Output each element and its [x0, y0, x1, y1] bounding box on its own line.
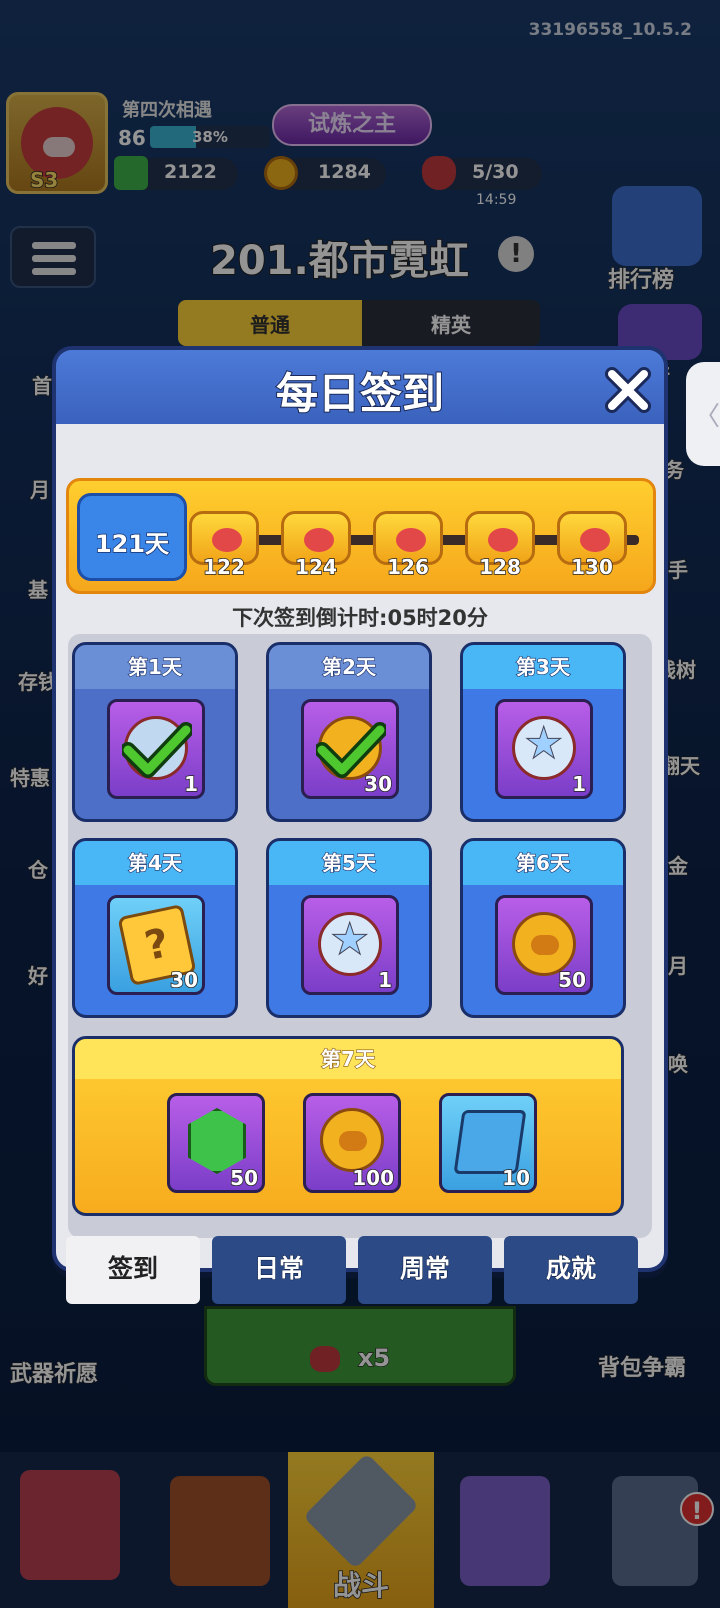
pig-icon	[304, 528, 334, 552]
reward-slot: 30	[301, 699, 399, 799]
day7-card[interactable]: 第7天 50 100 10	[72, 1036, 624, 1216]
day-label: 第2天	[269, 645, 429, 689]
coin-snout	[531, 935, 559, 955]
reward-qty: 50	[229, 1165, 258, 1191]
milestone-day: 128	[478, 554, 521, 580]
day-card[interactable]: 第6天 50	[460, 838, 626, 1018]
reward-slot: 100	[303, 1093, 401, 1193]
reward-slot: 1	[107, 699, 205, 799]
milestone-chest[interactable]: 128	[463, 503, 537, 580]
day-label: 第1天	[75, 645, 235, 689]
pig-icon	[396, 528, 426, 552]
day-label: 第7天	[75, 1039, 621, 1079]
reward-qty: 1	[183, 771, 198, 797]
reward-slot: 50	[167, 1093, 265, 1193]
tab-achievements[interactable]: 成就	[504, 1236, 638, 1304]
modal-title: 每日签到	[275, 368, 445, 419]
modal-body: 121天 122 124 126 128 130 下次签到倒计时:05时20分 …	[56, 424, 664, 1268]
reward-slot: ★ 1	[495, 699, 593, 799]
day-label: 第3天	[463, 645, 623, 689]
modal-header: 每日签到	[56, 350, 664, 424]
reward-qty: 1	[377, 967, 392, 993]
day-label: 第6天	[463, 841, 623, 885]
reward-qty: 50	[557, 967, 586, 993]
reward-qty: 30	[169, 967, 198, 993]
star-shape: ★	[523, 718, 564, 770]
coin-snout	[339, 1131, 367, 1151]
day-card[interactable]: 第2天 30	[266, 642, 432, 822]
day-label: 第4天	[75, 841, 235, 885]
milestone-day: 126	[386, 554, 429, 580]
checkmark-icon	[122, 722, 192, 778]
daily-checkin-modal: 每日签到 121天 122 124 126 128 130 下次签到倒计时:05…	[52, 346, 668, 1272]
close-button[interactable]	[602, 364, 654, 416]
pig-icon	[488, 528, 518, 552]
reward-slot: 50	[495, 895, 593, 995]
streak-badge: 121天	[77, 493, 187, 581]
day-card[interactable]: 第3天 ★ 1	[460, 642, 626, 822]
day-card[interactable]: 第4天 ? 30	[72, 838, 238, 1018]
coin-icon	[512, 912, 576, 976]
checkmark-icon	[316, 722, 386, 778]
streak-days: 121天	[94, 529, 170, 559]
reward-qty: 1	[571, 771, 586, 797]
pig-icon	[212, 528, 242, 552]
coin-icon	[320, 1108, 384, 1172]
pig-icon	[580, 528, 610, 552]
tab-weekly[interactable]: 周常	[358, 1236, 492, 1304]
day-label: 第5天	[269, 841, 429, 885]
reward-slot: ★ 1	[301, 895, 399, 995]
star-shape: ★	[329, 914, 370, 966]
gem-icon	[188, 1108, 246, 1174]
tab-daily[interactable]: 日常	[212, 1236, 346, 1304]
side-pull-tab[interactable]: 〈	[686, 362, 720, 466]
checkin-countdown: 下次签到倒计时:05时20分	[232, 606, 488, 630]
day-card[interactable]: 第1天 1	[72, 642, 238, 822]
milestone-chest[interactable]: 126	[371, 503, 445, 580]
chevron-left-icon: 〈	[694, 402, 720, 432]
reward-qty: 10	[501, 1165, 530, 1191]
reward-qty: 30	[363, 771, 392, 797]
modal-tabs: 签到 日常 周常 成就	[66, 1236, 640, 1306]
milestone-day: 130	[570, 554, 613, 580]
reward-slot: 10	[439, 1093, 537, 1193]
milestone-chest[interactable]: 130	[555, 503, 629, 580]
reward-grid: 第1天 1 第2天 30 第3天 ★ 1 第4天 ? 30 第5天 ★ 1 第6…	[68, 634, 652, 1238]
milestone-chest[interactable]: 122	[187, 503, 261, 580]
day-card[interactable]: 第5天 ★ 1	[266, 838, 432, 1018]
streak-bar: 121天 122 124 126 128 130	[66, 478, 656, 594]
milestone-day: 122	[202, 554, 245, 580]
tab-checkin[interactable]: 签到	[66, 1236, 200, 1304]
milestone-day: 124	[294, 554, 337, 580]
reward-slot: ? 30	[107, 895, 205, 995]
close-icon	[605, 367, 651, 413]
milestone-chest[interactable]: 124	[279, 503, 353, 580]
reward-qty: 100	[352, 1165, 395, 1191]
book-icon	[453, 1110, 527, 1174]
